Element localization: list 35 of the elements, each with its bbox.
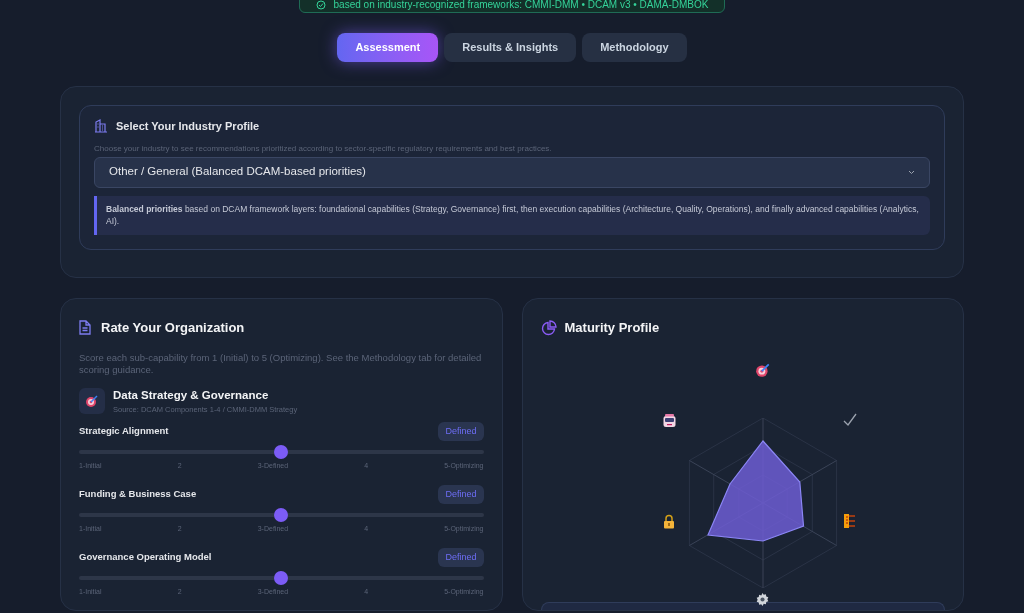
lock-icon <box>662 514 676 529</box>
slider[interactable] <box>79 445 484 460</box>
check-circle-icon <box>315 0 326 10</box>
slider[interactable] <box>79 508 484 523</box>
slider[interactable] <box>79 571 484 586</box>
category-title: Data Strategy & Governance <box>113 388 270 404</box>
tab[interactable]: Results & Insights <box>444 33 577 62</box>
card-description: Score each sub-capability from 1 (Initial) to 5 (Optimizing). See the Methodology tab for detailed scoring guidance. <box>79 351 483 378</box>
card-title: Rate Your Organization <box>101 319 245 337</box>
target-icon <box>755 362 771 378</box>
check-icon <box>843 413 857 427</box>
industry-dropdown[interactable]: Other / General (Balanced DCAM-based priorities) <box>94 156 930 188</box>
pie-chart-icon <box>540 319 557 336</box>
chevron-down-icon <box>908 169 915 175</box>
tab[interactable]: Methodology <box>582 33 687 62</box>
capability-label: Governance Operating Model <box>79 550 212 565</box>
priority-note: Balanced priorities based on DCAM framework layers: foundational capabilities (Strategy, Governance) first, then execution capabilities (Architecture, Quality, Operations), and finally advanced capabilities (Analytics, AI). <box>94 195 930 235</box>
building-icon <box>94 119 108 134</box>
maturity-badge: Defined <box>438 421 484 442</box>
card-title: Maturity Profile <box>564 319 660 337</box>
document-icon <box>79 320 91 336</box>
ruler-icon <box>843 513 857 529</box>
slider-thumb[interactable] <box>274 445 289 460</box>
tab[interactable]: Assessment <box>337 33 439 62</box>
banner-text: based on industry-recognized frameworks: CMMI-DMM • DCAM v3 • DAMA-DMBOK <box>333 0 709 10</box>
slider-thumb[interactable] <box>274 571 289 586</box>
capability-label: Strategic Alignment <box>79 424 169 439</box>
maturity-badge: Defined <box>438 484 484 505</box>
maturity-badge: Defined <box>438 547 484 568</box>
target-icon <box>85 394 99 409</box>
slider-thumb[interactable] <box>274 508 289 523</box>
gear-icon <box>755 592 770 607</box>
robot-icon <box>662 413 677 428</box>
section-title: Select Your Industry Profile <box>116 119 260 134</box>
capability-label: Funding & Business Case <box>79 487 197 502</box>
